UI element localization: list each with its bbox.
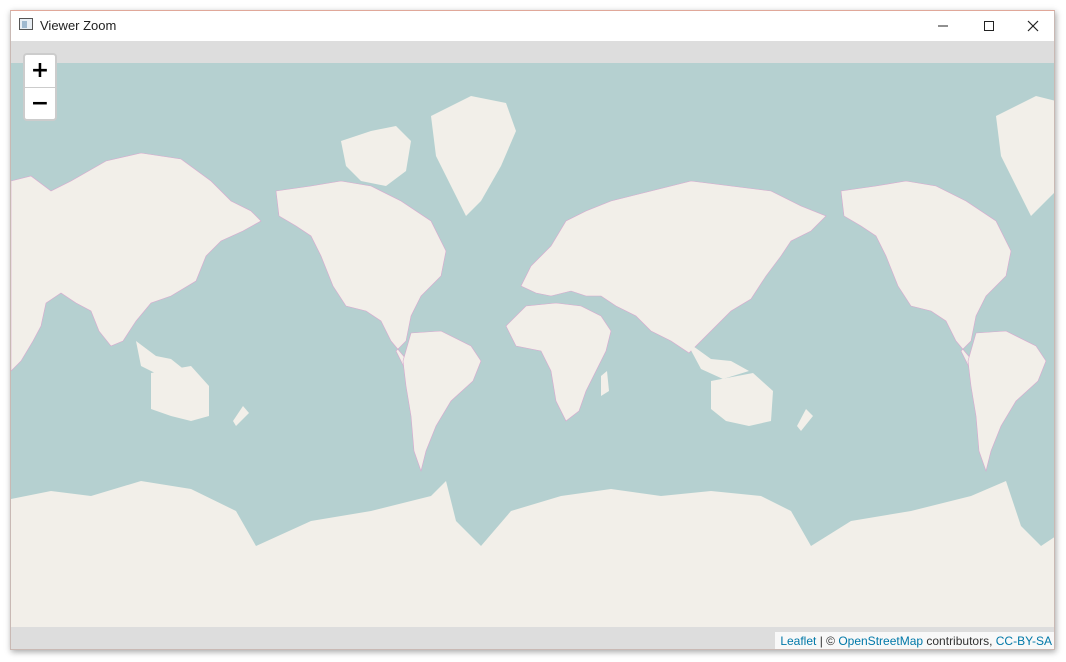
minimize-icon	[938, 25, 948, 27]
viewer-window: Viewer Zoom + − Leaflet | © OpenStreetMa…	[10, 10, 1055, 650]
license-link[interactable]: CC-BY-SA	[996, 634, 1052, 648]
app-icon	[19, 18, 33, 30]
close-button[interactable]	[1010, 11, 1054, 41]
attribution-contributors: contributors,	[923, 634, 996, 648]
leaflet-link[interactable]: Leaflet	[780, 634, 816, 648]
map-viewport[interactable]: + − Leaflet | © OpenStreetMap contributo…	[11, 41, 1055, 650]
zoom-out-button[interactable]: −	[25, 88, 55, 119]
attribution-separator: | ©	[816, 634, 839, 648]
zoom-control: + −	[23, 53, 57, 121]
minimize-button[interactable]	[920, 11, 966, 41]
close-icon	[1027, 20, 1039, 32]
maximize-button[interactable]	[966, 11, 1012, 41]
maximize-icon	[984, 21, 994, 31]
map-attribution: Leaflet | © OpenStreetMap contributors, …	[775, 632, 1054, 649]
world-map[interactable]	[11, 41, 1055, 650]
zoom-in-button[interactable]: +	[25, 55, 55, 88]
openstreetmap-link[interactable]: OpenStreetMap	[838, 634, 923, 648]
window-title: Viewer Zoom	[40, 18, 117, 33]
title-bar[interactable]: Viewer Zoom	[11, 11, 1054, 41]
